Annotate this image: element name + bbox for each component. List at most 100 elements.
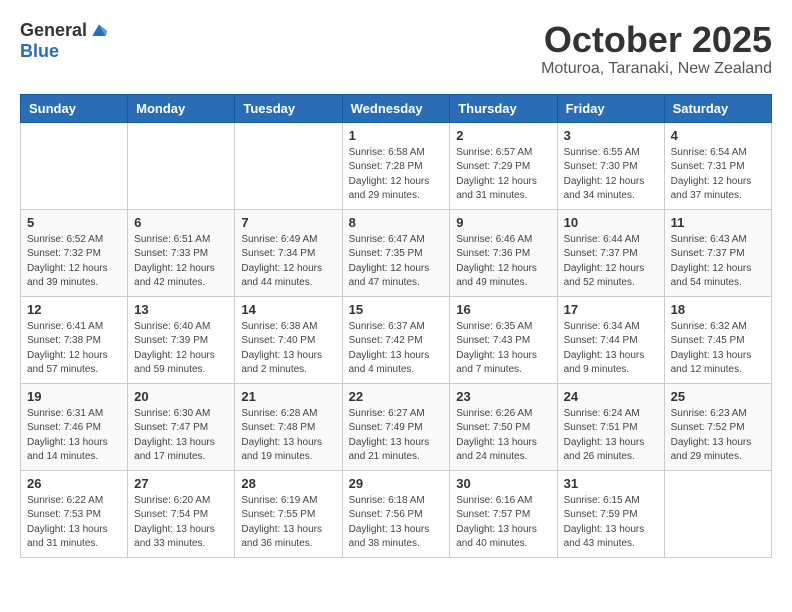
calendar-week-row: 1 Sunrise: 6:58 AM Sunset: 7:28 PM Daylig… — [21, 122, 772, 209]
day-number: 8 — [349, 215, 444, 230]
day-info: Sunrise: 6:38 AM Sunset: 7:40 PM Dayligh… — [241, 320, 335, 378]
day-number: 3 — [564, 128, 658, 143]
calendar-header-row: SundayMondayTuesdayWednesdayThursdayFrid… — [21, 94, 772, 122]
calendar-cell: 4Sunrise: 6:54 AM Sunset: 7:31 PM Daylig… — [664, 122, 771, 209]
day-header-sunday: Sunday — [21, 94, 128, 122]
day-header-saturday: Saturday — [664, 94, 771, 122]
day-number: 24 — [564, 389, 658, 404]
calendar-cell: 28Sunrise: 6:19 AM Sunset: 7:55 PM Dayli… — [235, 470, 342, 557]
calendar-cell: 10 Sunrise: 6:44 AM Sunset: 7:37 PM Dayli… — [557, 209, 664, 296]
logo-general: General — [20, 20, 87, 41]
day-info: Sunrise: 6:54 AM Sunset: 7:31 PM Dayligh… — [671, 146, 765, 204]
day-header-friday: Friday — [557, 94, 664, 122]
day-info: Sunrise: 6:22 AM Sunset: 7:53 PM Dayligh… — [27, 494, 121, 552]
day-number: 31 — [564, 476, 658, 491]
calendar-cell: 11Sunrise: 6:43 AM Sunset: 7:37 PM Dayli… — [664, 209, 771, 296]
calendar-cell: 29Sunrise: 6:18 AM Sunset: 7:56 PM Dayli… — [342, 470, 450, 557]
calendar-cell: 6 Sunrise: 6:51 AM Sunset: 7:33 PM Daylig… — [128, 209, 235, 296]
location: Moturoa, Taranaki, New Zealand — [541, 60, 772, 78]
calendar-cell: 2Sunrise: 6:57 AM Sunset: 7:29 PM Daylig… — [450, 122, 557, 209]
day-info: Sunrise: 6:51 AM Sunset: 7:33 PM Dayligh… — [134, 233, 228, 291]
calendar-cell: 20 Sunrise: 6:30 AM Sunset: 7:47 PM Dayli… — [128, 383, 235, 470]
day-info: Sunrise: 6:23 AM Sunset: 7:52 PM Dayligh… — [671, 407, 765, 465]
day-header-thursday: Thursday — [450, 94, 557, 122]
calendar-week-row: 12 Sunrise: 6:41 AM Sunset: 7:38 PM Dayli… — [21, 296, 772, 383]
day-number: 17 — [564, 302, 658, 317]
calendar-cell: 3 Sunrise: 6:55 AM Sunset: 7:30 PM Daylig… — [557, 122, 664, 209]
calendar-cell: 16 Sunrise: 6:35 AM Sunset: 7:43 PM Dayli… — [450, 296, 557, 383]
day-number: 25 — [671, 389, 765, 404]
calendar-cell: 24 Sunrise: 6:24 AM Sunset: 7:51 PM Dayli… — [557, 383, 664, 470]
day-number: 13 — [134, 302, 228, 317]
calendar-cell: 31Sunrise: 6:15 AM Sunset: 7:59 PM Dayli… — [557, 470, 664, 557]
calendar-cell: 21Sunrise: 6:28 AM Sunset: 7:48 PM Dayli… — [235, 383, 342, 470]
day-info: Sunrise: 6:24 AM Sunset: 7:51 PM Dayligh… — [564, 407, 658, 465]
day-number: 18 — [671, 302, 765, 317]
calendar-cell: 1 Sunrise: 6:58 AM Sunset: 7:28 PM Daylig… — [342, 122, 450, 209]
day-number: 10 — [564, 215, 658, 230]
calendar-cell: 27 Sunrise: 6:20 AM Sunset: 7:54 PM Dayli… — [128, 470, 235, 557]
day-info: Sunrise: 6:26 AM Sunset: 7:50 PM Dayligh… — [456, 407, 550, 465]
day-number: 12 — [27, 302, 121, 317]
day-info: Sunrise: 6:30 AM Sunset: 7:47 PM Dayligh… — [134, 407, 228, 465]
month-title: October 2025 — [541, 20, 772, 60]
day-number: 20 — [134, 389, 228, 404]
calendar-cell — [235, 122, 342, 209]
day-number: 23 — [456, 389, 550, 404]
calendar-table: SundayMondayTuesdayWednesdayThursdayFrid… — [20, 94, 772, 558]
calendar-cell: 30 Sunrise: 6:16 AM Sunset: 7:57 PM Dayli… — [450, 470, 557, 557]
logo: General Blue — [20, 20, 109, 62]
day-info: Sunrise: 6:44 AM Sunset: 7:37 PM Dayligh… — [564, 233, 658, 291]
calendar-cell: 18 Sunrise: 6:32 AM Sunset: 7:45 PM Dayli… — [664, 296, 771, 383]
calendar-cell: 25 Sunrise: 6:23 AM Sunset: 7:52 PM Dayli… — [664, 383, 771, 470]
day-info: Sunrise: 6:16 AM Sunset: 7:57 PM Dayligh… — [456, 494, 550, 552]
day-number: 6 — [134, 215, 228, 230]
day-number: 30 — [456, 476, 550, 491]
day-number: 1 — [349, 128, 444, 143]
day-info: Sunrise: 6:31 AM Sunset: 7:46 PM Dayligh… — [27, 407, 121, 465]
day-info: Sunrise: 6:20 AM Sunset: 7:54 PM Dayligh… — [134, 494, 228, 552]
calendar-cell: 19 Sunrise: 6:31 AM Sunset: 7:46 PM Dayli… — [21, 383, 128, 470]
day-number: 29 — [349, 476, 444, 491]
day-number: 27 — [134, 476, 228, 491]
day-info: Sunrise: 6:58 AM Sunset: 7:28 PM Dayligh… — [349, 146, 444, 204]
day-info: Sunrise: 6:28 AM Sunset: 7:48 PM Dayligh… — [241, 407, 335, 465]
logo-blue: Blue — [20, 41, 59, 61]
day-number: 5 — [27, 215, 121, 230]
calendar-week-row: 5Sunrise: 6:52 AM Sunset: 7:32 PM Daylig… — [21, 209, 772, 296]
day-header-wednesday: Wednesday — [342, 94, 450, 122]
day-info: Sunrise: 6:46 AM Sunset: 7:36 PM Dayligh… — [456, 233, 550, 291]
day-info: Sunrise: 6:43 AM Sunset: 7:37 PM Dayligh… — [671, 233, 765, 291]
day-info: Sunrise: 6:41 AM Sunset: 7:38 PM Dayligh… — [27, 320, 121, 378]
day-number: 9 — [456, 215, 550, 230]
calendar-cell: 22Sunrise: 6:27 AM Sunset: 7:49 PM Dayli… — [342, 383, 450, 470]
title-area: October 2025 Moturoa, Taranaki, New Zeal… — [541, 20, 772, 78]
day-number: 7 — [241, 215, 335, 230]
day-info: Sunrise: 6:40 AM Sunset: 7:39 PM Dayligh… — [134, 320, 228, 378]
calendar-cell: 14 Sunrise: 6:38 AM Sunset: 7:40 PM Dayli… — [235, 296, 342, 383]
calendar-cell: 5Sunrise: 6:52 AM Sunset: 7:32 PM Daylig… — [21, 209, 128, 296]
day-info: Sunrise: 6:27 AM Sunset: 7:49 PM Dayligh… — [349, 407, 444, 465]
day-info: Sunrise: 6:49 AM Sunset: 7:34 PM Dayligh… — [241, 233, 335, 291]
page-header: General Blue October 2025 Moturoa, Taran… — [20, 20, 772, 78]
day-info: Sunrise: 6:55 AM Sunset: 7:30 PM Dayligh… — [564, 146, 658, 204]
calendar-cell: 8 Sunrise: 6:47 AM Sunset: 7:35 PM Daylig… — [342, 209, 450, 296]
calendar-cell: 26Sunrise: 6:22 AM Sunset: 7:53 PM Dayli… — [21, 470, 128, 557]
day-number: 28 — [241, 476, 335, 491]
day-number: 14 — [241, 302, 335, 317]
day-number: 2 — [456, 128, 550, 143]
calendar-cell: 23 Sunrise: 6:26 AM Sunset: 7:50 PM Dayli… — [450, 383, 557, 470]
calendar-cell: 12 Sunrise: 6:41 AM Sunset: 7:38 PM Dayli… — [21, 296, 128, 383]
day-info: Sunrise: 6:47 AM Sunset: 7:35 PM Dayligh… — [349, 233, 444, 291]
calendar-cell — [21, 122, 128, 209]
calendar-cell: 9 Sunrise: 6:46 AM Sunset: 7:36 PM Daylig… — [450, 209, 557, 296]
day-number: 16 — [456, 302, 550, 317]
day-info: Sunrise: 6:37 AM Sunset: 7:42 PM Dayligh… — [349, 320, 444, 378]
calendar-cell: 15Sunrise: 6:37 AM Sunset: 7:42 PM Dayli… — [342, 296, 450, 383]
day-number: 19 — [27, 389, 121, 404]
day-info: Sunrise: 6:35 AM Sunset: 7:43 PM Dayligh… — [456, 320, 550, 378]
logo-icon — [89, 21, 109, 41]
day-info: Sunrise: 6:32 AM Sunset: 7:45 PM Dayligh… — [671, 320, 765, 378]
calendar-cell: 7 Sunrise: 6:49 AM Sunset: 7:34 PM Daylig… — [235, 209, 342, 296]
calendar-cell: 17Sunrise: 6:34 AM Sunset: 7:44 PM Dayli… — [557, 296, 664, 383]
